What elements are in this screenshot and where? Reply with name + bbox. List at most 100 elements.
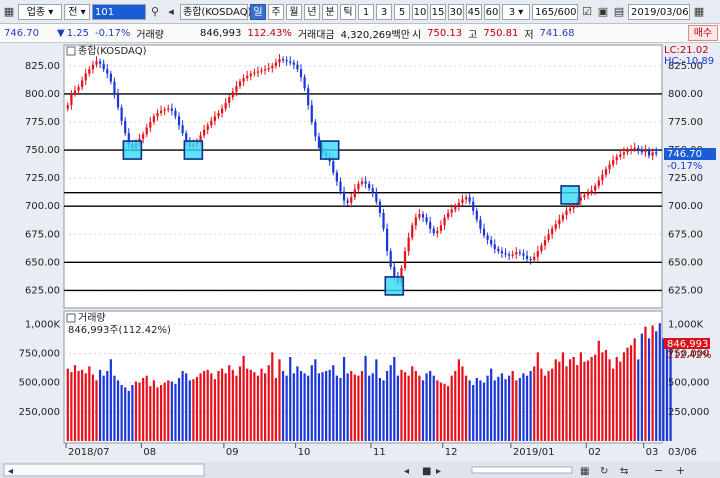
candle	[461, 199, 464, 203]
candle	[619, 154, 622, 157]
candle	[88, 69, 91, 74]
interval-select[interactable]: 3 ▾	[502, 3, 530, 20]
code-input[interactable]: 101	[92, 3, 146, 20]
scroll-bar[interactable]: ◂ ◂ ■ ▸ ▦ ↻ ⇆ − +	[0, 462, 720, 478]
buy-button[interactable]: 매수	[688, 25, 718, 41]
volume-bar	[386, 371, 389, 441]
volume-bar	[579, 352, 582, 441]
candle	[371, 188, 374, 193]
grid-view-icon[interactable]: ▦	[580, 466, 589, 477]
grid-icon[interactable]: ▤	[612, 5, 626, 19]
candle	[637, 147, 640, 151]
tab-minute[interactable]: 분	[322, 3, 338, 20]
price-tick-left: 750.00	[25, 145, 60, 156]
zoom-slider[interactable]	[471, 466, 573, 474]
step-15[interactable]: 15	[430, 3, 446, 20]
step-5[interactable]: 5	[394, 3, 410, 20]
candle	[375, 192, 378, 202]
volume-bar	[626, 347, 629, 441]
step-3[interactable]: 3	[376, 3, 392, 20]
save-icon[interactable]: ▣	[596, 5, 610, 19]
volume-bar	[525, 375, 529, 441]
candle	[647, 150, 651, 156]
volume-bar	[608, 359, 611, 441]
link-icon[interactable]: ⇆	[620, 466, 628, 477]
candle	[472, 201, 475, 211]
search-icon[interactable]: ⚲	[148, 5, 162, 19]
volume-bar	[274, 378, 278, 441]
scroll-next-icon[interactable]: ▸	[436, 466, 441, 477]
candle	[389, 251, 392, 267]
volume-bar	[612, 368, 615, 441]
volume-bar	[472, 385, 475, 441]
tab-day[interactable]: 일	[250, 3, 266, 20]
scroll-prev-icon[interactable]: ◂	[404, 466, 409, 477]
volume-bar	[414, 371, 417, 441]
tab-year[interactable]: 년	[304, 3, 320, 20]
volume-bar	[432, 375, 435, 441]
highlight-box	[560, 185, 580, 205]
field-selector[interactable]: 전 ▾	[64, 3, 90, 20]
volume-bar	[177, 378, 181, 441]
speaker-icon[interactable]: ◂	[164, 5, 178, 19]
calendar-icon[interactable]: ▦	[692, 5, 706, 19]
candle	[84, 73, 87, 81]
volume-bar	[561, 352, 565, 441]
step-30[interactable]: 30	[448, 3, 464, 20]
price-tick-right: 675.00	[668, 229, 703, 240]
tab-tick[interactable]: 틱	[340, 3, 356, 20]
candle	[644, 150, 647, 153]
candle	[436, 230, 439, 234]
refresh-icon[interactable]: ↻	[600, 466, 608, 477]
volume-bar	[565, 366, 568, 441]
volume-bar	[536, 352, 539, 441]
volume-bar	[217, 371, 220, 441]
volume-bar	[203, 371, 206, 441]
candle	[145, 127, 148, 135]
volume-tick-left: 250,000	[19, 407, 60, 418]
zoom-out-icon[interactable]: −	[654, 464, 663, 477]
date-field[interactable]: 2019/03/06	[628, 3, 690, 20]
step-1[interactable]: 1	[358, 3, 374, 20]
candle	[142, 134, 145, 139]
volume-bar	[120, 385, 123, 441]
step-45[interactable]: 45	[466, 3, 482, 20]
candle	[167, 108, 170, 110]
volume-bar	[95, 380, 98, 441]
tab-week[interactable]: 주	[268, 3, 284, 20]
candle	[217, 113, 220, 117]
zoom-in-icon[interactable]: +	[676, 464, 685, 477]
grid-menu-icon[interactable]: ▦	[2, 5, 16, 19]
scroll-left-icon[interactable]: ◂	[8, 466, 13, 477]
last-volume-label: 846,993	[667, 339, 708, 350]
volume-bar	[70, 372, 73, 441]
volume-bar	[235, 375, 238, 441]
volume-bar	[651, 325, 654, 441]
volume-bar	[482, 382, 486, 441]
volume-bar	[644, 326, 647, 441]
step-60[interactable]: 60	[484, 3, 500, 20]
volume-bar	[576, 365, 579, 441]
candle	[522, 253, 525, 256]
checkbox-icon[interactable]: ☑	[580, 5, 594, 19]
stop-icon[interactable]: ■	[422, 466, 431, 477]
candle	[156, 113, 159, 117]
candle	[504, 253, 507, 255]
volume-bar	[131, 385, 134, 441]
volume-bar	[281, 371, 285, 441]
volume-bar	[142, 378, 145, 441]
candle	[206, 125, 209, 130]
quote-change: 1.25	[66, 27, 89, 39]
quote-price: 746.70	[4, 27, 39, 39]
volume-bar	[540, 368, 543, 441]
step-10[interactable]: 10	[412, 3, 428, 20]
low-label: 저	[524, 29, 534, 41]
volume-bar	[195, 376, 199, 441]
candle	[547, 234, 550, 240]
tab-month[interactable]: 월	[286, 3, 302, 20]
candle	[342, 191, 346, 201]
sector-select[interactable]: 업종 ▾	[18, 3, 62, 20]
candle	[583, 194, 586, 198]
candle	[382, 212, 385, 229]
price-tick-right: 775.00	[668, 117, 703, 128]
